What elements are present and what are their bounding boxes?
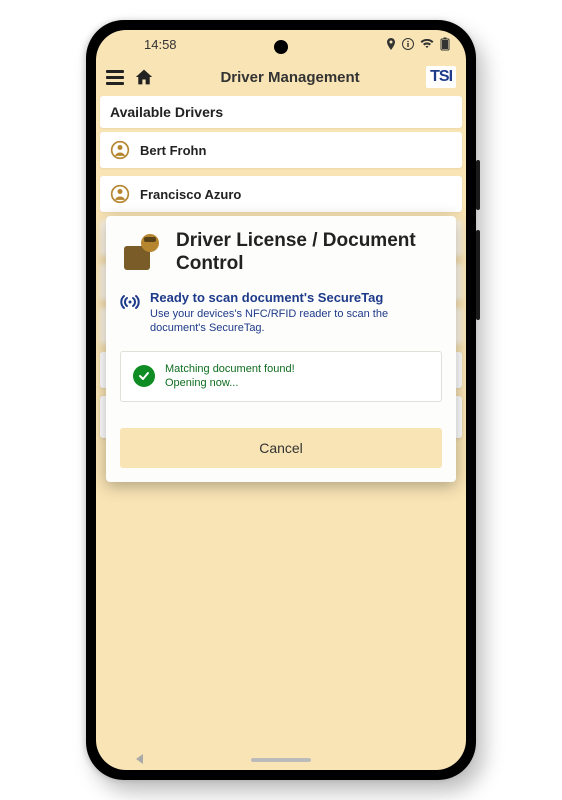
check-icon [133,365,155,387]
dialog-status: Matching document found! Opening now... [120,351,442,402]
driver-icon [110,140,130,160]
status-text: Matching document found! Opening now... [165,362,295,391]
nfc-icon [120,292,140,312]
app-header: Driver Management TSI [96,58,466,96]
camera-hole [274,40,288,54]
dialog-header: Driver License / Document Control [120,230,442,276]
nav-gesture-bar[interactable] [251,758,311,762]
driver-name: Francisco Azuro [140,187,241,202]
document-control-icon [120,230,164,274]
driver-name: Bert Frohn [140,143,206,158]
scan-title: Ready to scan document's SecureTag [150,290,442,305]
nav-back-icon[interactable] [136,754,143,764]
driver-row[interactable]: Francisco Azuro [100,176,462,212]
dialog-scan-section: Ready to scan document's SecureTag Use y… [120,290,442,336]
status-line-1: Matching document found! [165,362,295,376]
power-button[interactable] [476,160,480,210]
info-icon [402,38,414,50]
content-area: Available Drivers Bert Frohn Francisco A… [96,96,466,770]
dialog-title: Driver License / Document Control [176,230,442,276]
driver-icon [110,184,130,204]
home-icon[interactable] [134,68,154,86]
scan-dialog: Driver License / Document Control Ready … [106,216,456,482]
driver-row[interactable]: Bert Frohn [100,132,462,168]
section-header: Available Drivers [100,96,462,128]
status-time: 14:58 [144,37,177,52]
volume-button[interactable] [476,230,480,320]
menu-icon[interactable] [106,70,124,85]
logo: TSI [426,66,456,88]
phone-frame: 14:58 Driver Management TSI Available Dr… [86,20,476,780]
scan-subtitle: Use your devices's NFC/RFID reader to sc… [150,307,442,336]
battery-icon [440,37,450,51]
screen: 14:58 Driver Management TSI Available Dr… [96,30,466,770]
status-line-2: Opening now... [165,376,295,390]
logo-text: TSI [430,68,452,85]
location-icon [386,38,396,50]
status-icons [386,37,450,51]
cancel-button[interactable]: Cancel [120,428,442,468]
page-title: Driver Management [220,69,359,86]
wifi-icon [420,39,434,49]
